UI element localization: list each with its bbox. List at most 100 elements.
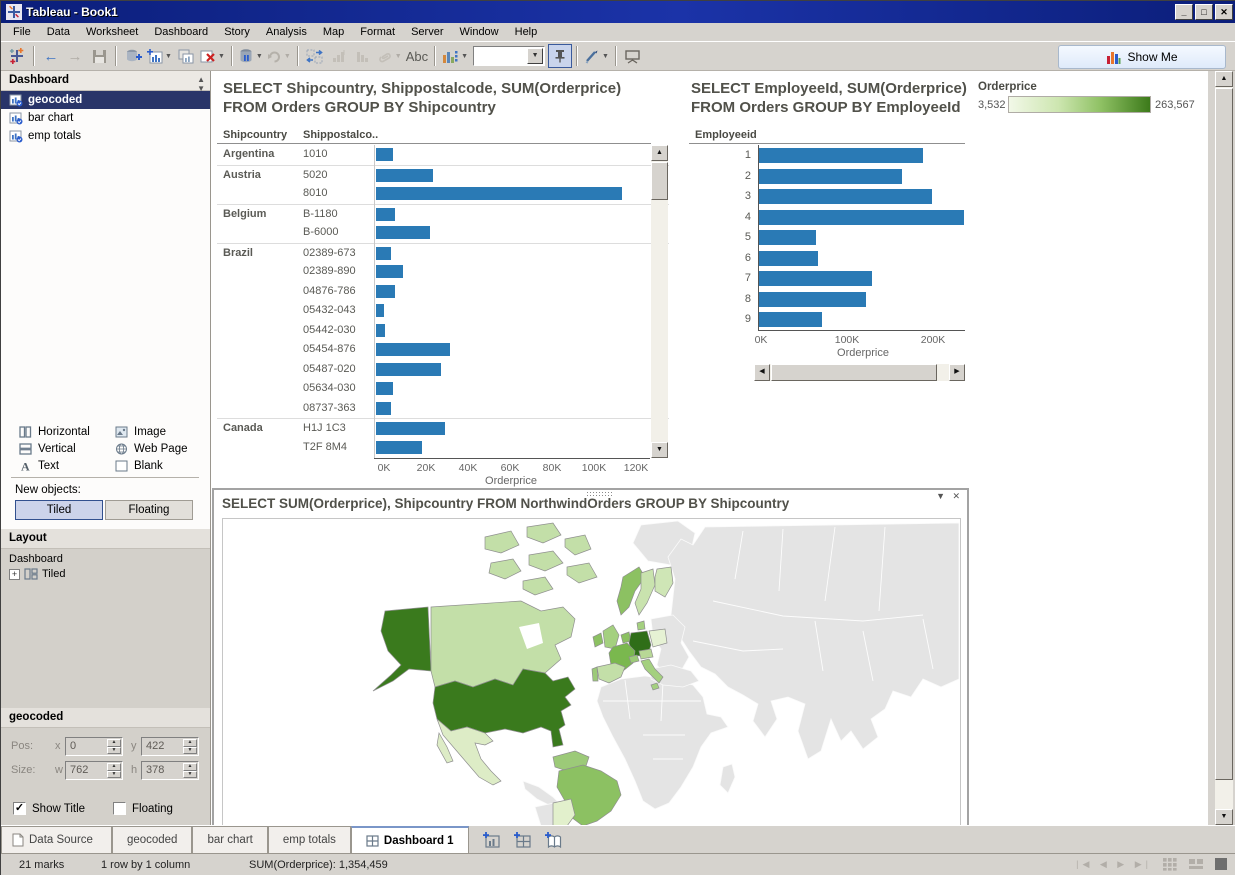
object-web-page[interactable]: Web Page bbox=[97, 440, 193, 457]
menu-format[interactable]: Format bbox=[352, 24, 403, 40]
bar-mark[interactable] bbox=[376, 148, 393, 161]
table-row[interactable]: 8 bbox=[689, 289, 965, 310]
bar-mark[interactable] bbox=[376, 441, 422, 454]
tableau-logo-icon[interactable] bbox=[5, 44, 29, 68]
tab-emp-totals[interactable]: emp totals bbox=[268, 826, 351, 853]
chevron-down-icon[interactable]: ▼ bbox=[527, 48, 543, 64]
table-row[interactable]: 6 bbox=[689, 248, 965, 269]
scroll-up-icon[interactable]: ▲ bbox=[1215, 71, 1233, 87]
redo-icon[interactable]: → bbox=[63, 44, 87, 68]
table-row[interactable]: 05487-020 bbox=[217, 360, 669, 380]
sheet2-scrollbar[interactable]: ◀ ▶ bbox=[754, 364, 965, 381]
table-row[interactable]: B-6000 bbox=[217, 223, 669, 243]
main-scrollbar[interactable]: ▲ ▼ bbox=[1215, 71, 1233, 825]
scroll-up-icon[interactable]: ▲ bbox=[651, 145, 668, 161]
table-row[interactable]: 04876-786 bbox=[217, 282, 669, 302]
floating-checkbox[interactable] bbox=[113, 802, 126, 815]
bar-mark[interactable] bbox=[376, 382, 393, 395]
group-members-icon[interactable]: ▼ bbox=[375, 44, 404, 68]
show-me-button[interactable]: Show Me bbox=[1058, 45, 1226, 69]
maximize-button[interactable]: □ bbox=[1195, 4, 1213, 20]
spinner-buttons[interactable]: ▲▼ bbox=[183, 763, 197, 778]
menu-analysis[interactable]: Analysis bbox=[258, 24, 315, 40]
worksheet-item-bar-chart[interactable]: bar chart bbox=[1, 109, 210, 127]
minimize-button[interactable]: _ bbox=[1175, 4, 1193, 20]
zone-menu-icon[interactable]: ▼ bbox=[936, 491, 945, 501]
pin-button[interactable] bbox=[548, 44, 572, 68]
scroll-thumb[interactable] bbox=[651, 162, 668, 200]
pos-y-field[interactable]: 422▲▼ bbox=[141, 737, 199, 756]
worksheet-item-geocoded[interactable]: geocoded bbox=[1, 91, 210, 109]
undo-icon[interactable]: ← bbox=[39, 44, 63, 68]
table-row[interactable]: 8010 bbox=[217, 184, 669, 204]
object-text[interactable]: A Text bbox=[1, 457, 97, 474]
tree-expand-icon[interactable]: + bbox=[9, 569, 20, 580]
table-row[interactable]: 08737-363 bbox=[217, 399, 669, 419]
menu-help[interactable]: Help bbox=[507, 24, 546, 40]
tab-dashboard-1[interactable]: Dashboard 1 bbox=[351, 826, 469, 853]
close-button[interactable]: ✕ bbox=[1215, 4, 1233, 20]
show-filmstrip-icon[interactable] bbox=[1188, 857, 1204, 871]
table-row[interactable]: T2F 8M4 bbox=[217, 438, 669, 458]
spinner-buttons[interactable]: ▲▼ bbox=[107, 763, 121, 778]
scroll-right-icon[interactable]: ▶ bbox=[949, 364, 965, 381]
tab-data-source[interactable]: Data Source bbox=[1, 826, 112, 853]
presentation-mode-icon[interactable] bbox=[621, 44, 645, 68]
table-row[interactable]: Brazil02389-673 bbox=[217, 243, 669, 263]
new-worksheet-tab-icon[interactable] bbox=[483, 832, 500, 848]
bar-mark[interactable] bbox=[376, 402, 391, 415]
bar-mark[interactable] bbox=[758, 189, 932, 204]
table-row[interactable]: 5 bbox=[689, 227, 965, 248]
new-dashboard-tab-icon[interactable] bbox=[514, 832, 531, 848]
table-row[interactable]: BelgiumB-1180 bbox=[217, 204, 669, 224]
legend-gradient[interactable] bbox=[1008, 96, 1151, 113]
tiled-button[interactable]: Tiled bbox=[15, 500, 103, 520]
menu-map[interactable]: Map bbox=[315, 24, 352, 40]
menu-story[interactable]: Story bbox=[216, 24, 258, 40]
scroll-left-icon[interactable]: ◀ bbox=[754, 364, 770, 381]
swap-rows-columns-icon[interactable] bbox=[303, 44, 327, 68]
fit-selector[interactable]: ▼ bbox=[473, 46, 545, 66]
table-row[interactable]: 05454-876 bbox=[217, 340, 669, 360]
add-data-source-icon[interactable] bbox=[121, 44, 145, 68]
bar-mark[interactable] bbox=[376, 304, 384, 317]
bar-mark[interactable] bbox=[376, 422, 445, 435]
highlight-icon[interactable]: ▼ bbox=[582, 44, 611, 68]
bar-mark[interactable] bbox=[758, 292, 866, 307]
object-vertical[interactable]: Vertical bbox=[1, 440, 97, 457]
layout-tree-item[interactable]: + Tiled bbox=[9, 568, 210, 580]
spinner-buttons[interactable]: ▲▼ bbox=[183, 739, 197, 754]
bar-mark[interactable] bbox=[376, 265, 403, 278]
tab-bar-chart[interactable]: bar chart bbox=[192, 826, 267, 853]
world-map[interactable] bbox=[222, 518, 961, 825]
clear-sheet-icon[interactable]: ▼ bbox=[198, 44, 227, 68]
size-h-field[interactable]: 378▲▼ bbox=[141, 761, 199, 780]
show-tabs-icon[interactable] bbox=[1214, 857, 1228, 871]
bar-mark[interactable] bbox=[758, 230, 816, 245]
duplicate-sheet-icon[interactable] bbox=[174, 44, 198, 68]
sort-ascending-icon[interactable] bbox=[327, 44, 351, 68]
table-row[interactable]: 05634-030 bbox=[217, 379, 669, 399]
bar-mark[interactable] bbox=[376, 343, 450, 356]
save-icon[interactable] bbox=[87, 44, 111, 68]
object-image[interactable]: Image bbox=[97, 423, 193, 440]
sheet2-col-header[interactable]: Employeeid bbox=[695, 129, 757, 141]
table-row[interactable]: CanadaH1J 1C3 bbox=[217, 418, 669, 438]
bar-mark[interactable] bbox=[376, 363, 441, 376]
tab-geocoded[interactable]: geocoded bbox=[112, 826, 193, 853]
table-row[interactable]: 02389-890 bbox=[217, 262, 669, 282]
menu-dashboard[interactable]: Dashboard bbox=[146, 24, 216, 40]
bar-mark[interactable] bbox=[758, 251, 818, 266]
refresh-icon[interactable]: ▼ bbox=[265, 44, 293, 68]
size-w-field[interactable]: 762▲▼ bbox=[65, 761, 123, 780]
bar-mark[interactable] bbox=[376, 324, 385, 337]
menu-data[interactable]: Data bbox=[39, 24, 78, 40]
floating-button[interactable]: Floating bbox=[105, 500, 193, 520]
worksheet-item-emp-totals[interactable]: emp totals bbox=[1, 127, 210, 145]
bar-mark[interactable] bbox=[758, 271, 872, 286]
sheet-nav-icons[interactable]: |◀ ◀ ▶ ▶| bbox=[1076, 859, 1152, 870]
scroll-thumb[interactable] bbox=[771, 364, 937, 381]
sheet1-col2-header[interactable]: Shippostalco.. bbox=[303, 129, 378, 141]
bar-mark[interactable] bbox=[376, 208, 395, 221]
bar-mark[interactable] bbox=[376, 169, 433, 182]
